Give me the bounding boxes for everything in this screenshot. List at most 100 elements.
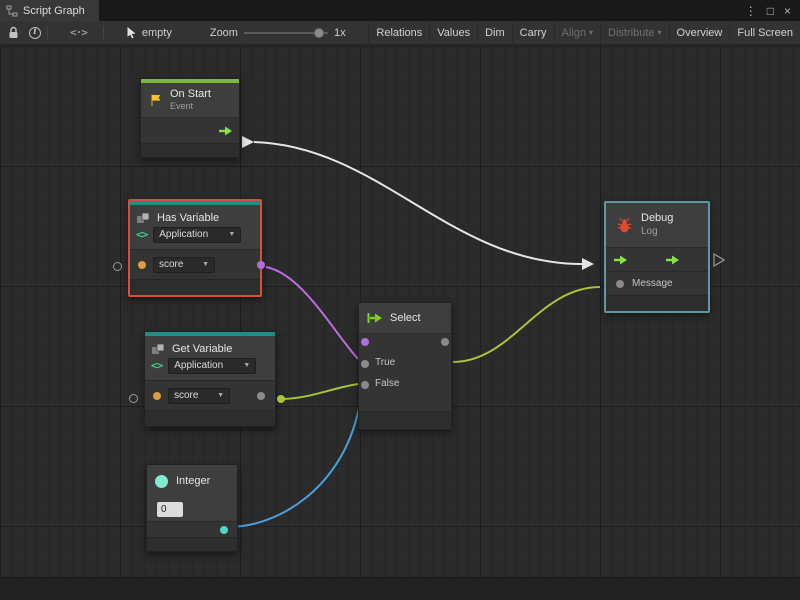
selection-output-port[interactable] <box>441 338 449 346</box>
code-angle-icon[interactable]: <·> <box>70 26 87 39</box>
unconnected-input-port[interactable] <box>113 262 122 271</box>
true-port-label: True <box>375 357 395 368</box>
variables-icon <box>151 343 166 356</box>
integer-type-icon <box>155 475 168 488</box>
distribute-button[interactable]: Distribute ▾ <box>600 21 668 44</box>
scope-value: Application <box>174 360 223 371</box>
bool-output-port[interactable] <box>257 261 265 269</box>
cursor-icon <box>126 26 137 39</box>
flow-output-port[interactable] <box>219 126 233 136</box>
node-title: Has Variable <box>157 212 219 224</box>
node-select[interactable]: Select True False <box>358 302 452 430</box>
fullscreen-button[interactable]: Full Screen <box>729 21 800 44</box>
variables-icon <box>136 212 151 225</box>
flow-input-arrow[interactable] <box>582 258 594 270</box>
flow-input-port[interactable] <box>614 255 628 265</box>
node-get-variable[interactable]: Get Variable <> Application ▼ score ▼ <box>144 331 276 427</box>
node-integer[interactable]: Integer 0 <box>146 464 238 552</box>
flow-output-port[interactable] <box>666 255 680 265</box>
zoom-value: 1x <box>334 27 346 39</box>
edge-getvariable-to-select-true <box>281 384 358 399</box>
scope-dropdown[interactable]: Application ▼ <box>168 358 256 374</box>
button-label: Relations <box>376 27 422 39</box>
integer-value-field[interactable]: 0 <box>157 502 183 517</box>
node-has-variable[interactable]: Has Variable <> Application ▼ score ▼ <box>128 199 262 297</box>
close-icon[interactable]: × <box>784 4 791 18</box>
integer-output-port[interactable] <box>220 526 228 534</box>
value-output-port[interactable] <box>257 392 265 400</box>
select-icon <box>367 312 383 324</box>
script-graph-icon <box>6 5 18 17</box>
zoom-slider-track[interactable] <box>244 32 328 34</box>
variable-kind-icon: <> <box>136 228 147 241</box>
dropdown-arrow-icon: ▼ <box>217 392 224 399</box>
edge-onstart-to-debuglog <box>254 142 582 264</box>
dropdown-arrow-icon: ▾ <box>589 28 593 37</box>
button-label: Overview <box>677 27 723 39</box>
dropdown-arrow-icon: ▼ <box>243 362 250 369</box>
scope-dropdown[interactable]: Application ▼ <box>153 227 241 243</box>
message-port-label: Message <box>632 278 673 289</box>
toolbar-separator <box>103 26 104 40</box>
dim-button[interactable]: Dim <box>477 21 512 44</box>
message-input-port[interactable] <box>616 280 624 288</box>
button-label: Values <box>437 27 470 39</box>
condition-input-port[interactable] <box>361 338 369 346</box>
relations-button[interactable]: Relations <box>368 21 429 44</box>
tab-title: Script Graph <box>23 5 85 17</box>
edge-select-to-debuglog-message <box>453 287 600 362</box>
node-title: Select <box>390 312 421 324</box>
dropdown-arrow-icon: ▼ <box>228 231 235 238</box>
node-subtitle: Log <box>641 226 673 239</box>
overview-button[interactable]: Overview <box>669 21 730 44</box>
node-debug-log[interactable]: Debug Log Message <box>604 201 710 313</box>
values-button[interactable]: Values <box>429 21 477 44</box>
info-icon[interactable]: i <box>29 27 41 39</box>
unconnected-input-port[interactable] <box>129 394 138 403</box>
flow-output-arrow[interactable] <box>242 136 254 148</box>
variable-name-value: score <box>174 390 198 401</box>
variable-name-value: score <box>159 259 183 270</box>
carry-button[interactable]: Carry <box>512 21 554 44</box>
align-button[interactable]: Align ▾ <box>554 21 600 44</box>
button-label: Full Screen <box>737 27 793 39</box>
flow-continue-arrow[interactable] <box>714 254 724 266</box>
dropdown-arrow-icon: ▾ <box>658 28 662 37</box>
false-port-label: False <box>375 378 399 389</box>
node-on-start[interactable]: On Start Event <box>140 78 240 158</box>
button-label: Carry <box>520 27 547 39</box>
flag-icon <box>149 93 163 107</box>
variable-kind-icon: <> <box>151 359 162 372</box>
false-input-port[interactable] <box>361 381 369 389</box>
lock-icon[interactable] <box>8 26 19 39</box>
button-label: Dim <box>485 27 505 39</box>
button-label: Distribute <box>608 27 654 39</box>
integer-value: 0 <box>161 504 167 515</box>
tab-script-graph[interactable]: Script Graph <box>0 0 99 21</box>
variable-name-dropdown[interactable]: score ▼ <box>168 388 230 404</box>
canvas-bottom-gutter <box>0 577 800 600</box>
true-input-port[interactable] <box>361 360 369 368</box>
node-subtitle: Event <box>170 101 211 112</box>
window-controls: ⋮ □ × <box>745 0 800 21</box>
edge-hasvariable-to-select <box>266 267 358 359</box>
graph-toolbar: i <·> empty Zoom 1x Relations Values Dim… <box>0 21 800 45</box>
node-title: Integer <box>176 475 210 487</box>
node-title: Debug <box>641 212 673 226</box>
window-menu-icon[interactable]: ⋮ <box>745 4 757 18</box>
title-bar: Script Graph ⋮ □ × <box>0 0 800 21</box>
zoom-label: Zoom <box>210 27 238 39</box>
graph-canvas[interactable]: On Start Event Has Variable <> <box>0 46 800 600</box>
dropdown-arrow-icon: ▼ <box>202 261 209 268</box>
bug-icon <box>616 217 633 234</box>
variable-name-port[interactable] <box>138 261 146 269</box>
maximize-icon[interactable]: □ <box>767 4 774 18</box>
scope-value: Application <box>159 229 208 240</box>
connected-value-port[interactable] <box>277 395 285 403</box>
variable-name-dropdown[interactable]: score ▼ <box>153 257 215 273</box>
zoom-slider-handle[interactable] <box>314 28 324 38</box>
node-title: On Start <box>170 88 211 102</box>
variable-name-port[interactable] <box>153 392 161 400</box>
toolbar-separator <box>47 26 48 40</box>
selection-empty-label: empty <box>142 27 172 39</box>
